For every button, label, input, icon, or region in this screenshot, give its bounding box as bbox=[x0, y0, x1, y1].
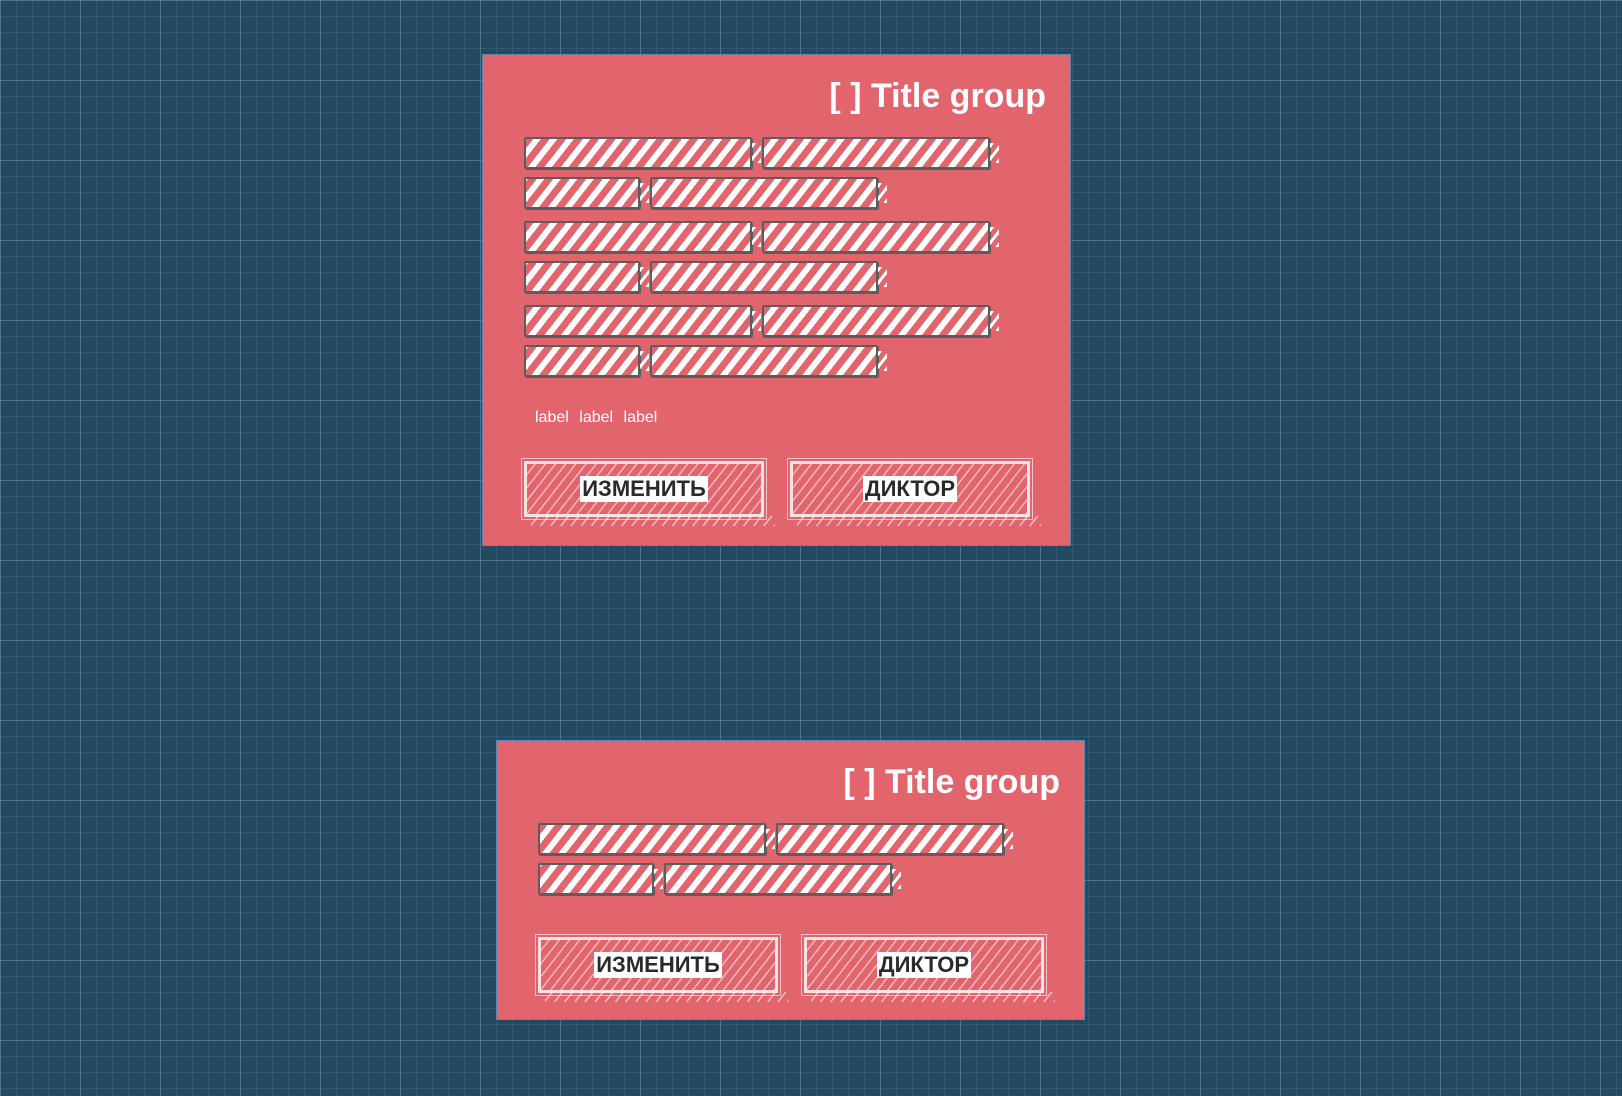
placeholder-text-bar bbox=[538, 823, 775, 855]
narrator-button[interactable]: ДИКТОР bbox=[801, 934, 1055, 1002]
group-title: [ ] Title group bbox=[829, 77, 1046, 115]
narrator-button-label: ДИКТОР bbox=[862, 476, 958, 502]
placeholder-text-bar bbox=[524, 137, 761, 169]
placeholder-text-bar bbox=[524, 221, 761, 253]
placeholder-text-bar bbox=[776, 823, 1013, 855]
edit-button-label: ИЗМЕНИТЬ bbox=[580, 476, 708, 502]
placeholder-text-bar bbox=[524, 345, 649, 377]
placeholder-text-bar bbox=[762, 221, 999, 253]
narrator-button-label: ДИКТОР bbox=[876, 952, 972, 978]
placeholder-text-bar bbox=[762, 137, 999, 169]
narrator-button[interactable]: ДИКТОР bbox=[787, 458, 1041, 526]
placeholder-text-bar bbox=[762, 305, 999, 337]
label-text: label bbox=[535, 409, 569, 426]
placeholder-text-bar bbox=[524, 261, 649, 293]
placeholder-text-bar bbox=[524, 305, 761, 337]
placeholder-text-bar bbox=[650, 177, 887, 209]
label-row: label label label bbox=[535, 409, 663, 427]
placeholder-text-bar bbox=[664, 863, 901, 895]
placeholder-text-bar bbox=[538, 863, 663, 895]
edit-button[interactable]: ИЗМЕНИТЬ bbox=[521, 458, 775, 526]
placeholder-text-bar bbox=[650, 345, 887, 377]
edit-button-label: ИЗМЕНИТЬ bbox=[594, 952, 722, 978]
title-group-card: [ ] Title group label label label ИЗМЕНИ… bbox=[482, 54, 1071, 546]
placeholder-text-bar bbox=[650, 261, 887, 293]
edit-button[interactable]: ИЗМЕНИТЬ bbox=[535, 934, 789, 1002]
placeholder-text-bar bbox=[524, 177, 649, 209]
group-title: [ ] Title group bbox=[843, 763, 1060, 801]
label-text: label bbox=[579, 409, 614, 426]
title-group-card: [ ] Title group ИЗМЕНИТЬ ДИКТОР bbox=[496, 740, 1085, 1020]
label-text: label bbox=[623, 409, 658, 426]
